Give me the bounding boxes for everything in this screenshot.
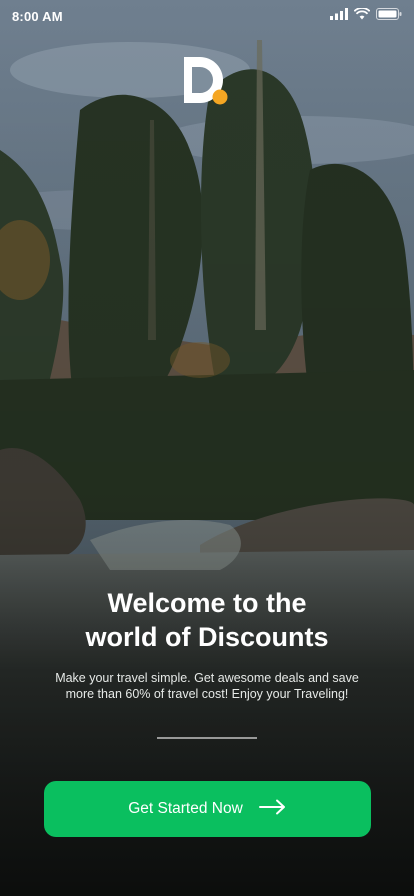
wifi-icon [353,7,371,25]
welcome-title: Welcome to the world of Discounts [0,586,414,654]
welcome-subtitle-line1: Make your travel simple. Get awesome dea… [55,671,359,685]
get-started-label: Get Started Now [128,800,243,817]
app-logo [182,56,232,106]
welcome-title-line2: world of Discounts [85,622,329,652]
status-time: 8:00 AM [12,8,63,24]
battery-icon [376,7,402,25]
welcome-title-line1: Welcome to the [107,588,307,618]
background-photo [0,0,414,896]
welcome-subtitle: Make your travel simple. Get awesome dea… [0,670,414,702]
arrow-right-icon [258,799,287,820]
status-icons [330,7,402,25]
welcome-subtitle-line2: more than 60% of travel cost! Enjoy your… [65,687,349,701]
divider [157,737,257,739]
get-started-button[interactable]: Get Started Now [44,781,371,837]
signal-icon [330,7,348,25]
status-bar: 8:00 AM [0,0,414,32]
